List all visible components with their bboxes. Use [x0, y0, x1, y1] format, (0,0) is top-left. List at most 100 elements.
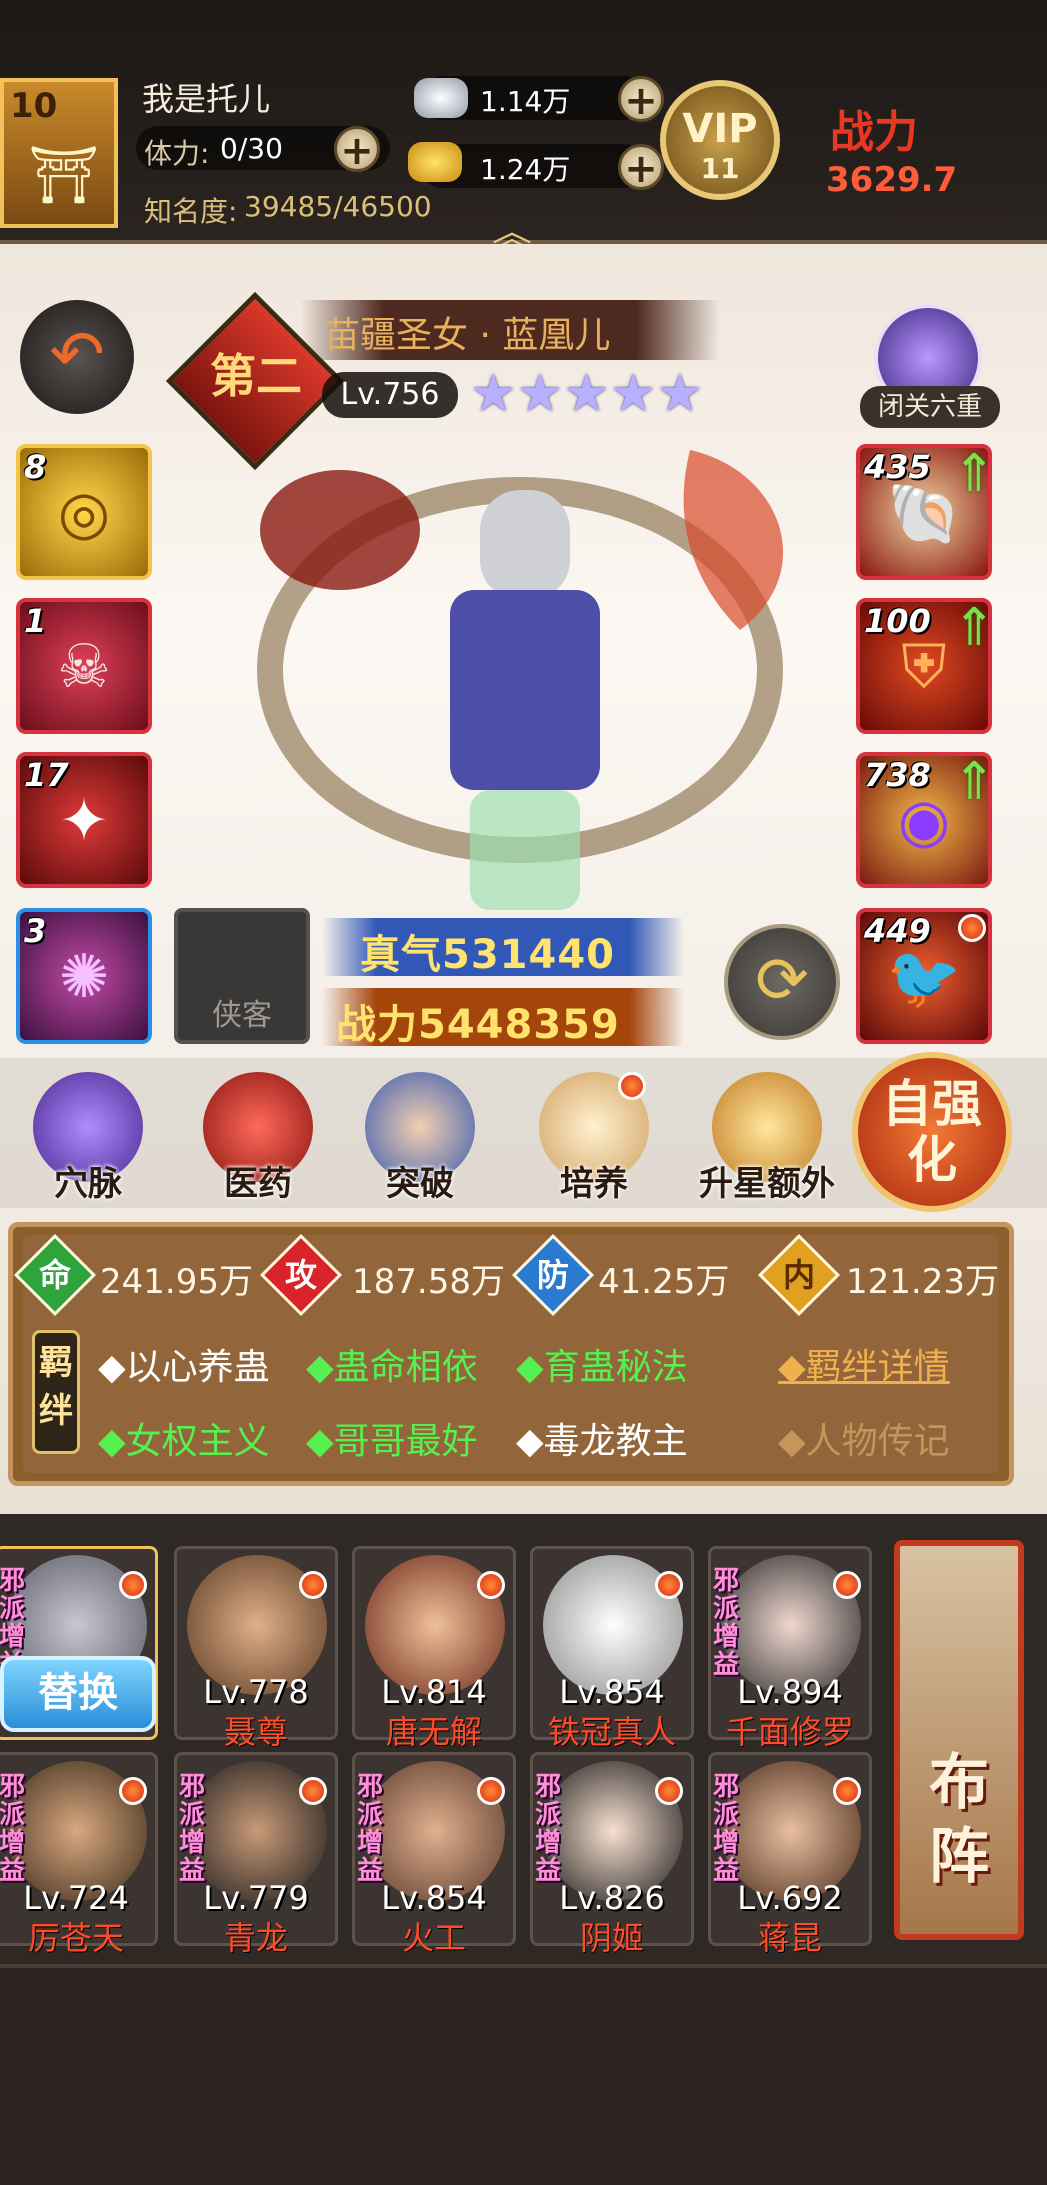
fame-value: 39485/46500	[244, 190, 432, 223]
hero-name: 千面修罗	[725, 1713, 854, 1751]
star-upgrade-label: 升星额外	[699, 1164, 835, 1204]
bond-item[interactable]: ◆哥哥最好	[306, 1412, 478, 1464]
equip-slot-left-2[interactable]: 1 ☠	[16, 598, 152, 734]
replace-button[interactable]: 替换	[0, 1656, 156, 1732]
add-gold-button[interactable]: +	[618, 144, 664, 191]
battle-power-label: 战力	[830, 107, 918, 158]
medicine-button[interactable]: 医药	[198, 1072, 318, 1205]
hero-level: Lv.894	[737, 1673, 843, 1711]
hero-card[interactable]: 邪派增益 Lv.724 厉苍天	[0, 1752, 158, 1957]
centipede-claw-shape	[260, 470, 420, 590]
training-label: 培养	[560, 1164, 628, 1204]
medicine-label: 医药	[224, 1164, 292, 1204]
bond-item[interactable]: ◆育蛊秘法	[516, 1338, 688, 1390]
hero-card[interactable]: 邪派增益 Lv.894 千面修罗	[708, 1546, 872, 1751]
hero-name: 厉苍天	[27, 1919, 124, 1957]
hero-name: 蒋昆	[757, 1919, 822, 1957]
hero-head-shape	[480, 490, 570, 600]
hero-level: Lv.724	[23, 1879, 129, 1917]
octagon-seal-icon: ✺	[58, 942, 110, 1012]
hero-title: 苗疆圣女 · 蓝凰儿	[324, 315, 611, 356]
player-level: 10	[10, 86, 58, 126]
equip-slot-left-1[interactable]: 8 ◎	[16, 444, 152, 580]
hp-value: 241.95万	[100, 1262, 253, 1302]
equip-slot-right-3[interactable]: 738 ◉ ⇑	[856, 752, 996, 888]
hero-level: Lv.854	[381, 1879, 487, 1917]
hero-character-art	[257, 450, 784, 910]
upgrade-arrow-icon: ⇑	[952, 598, 996, 658]
add-silver-button[interactable]: +	[618, 76, 664, 123]
hero-level: Lv.826	[559, 1879, 665, 1917]
equip-slot-right-4[interactable]: 449 🐦	[856, 908, 992, 1044]
stamina-label: 体力:	[144, 137, 210, 170]
inner-value: 121.23万	[846, 1262, 999, 1302]
formation-button[interactable]: 布阵	[894, 1540, 1024, 1940]
attack-icon-label: 攻	[284, 1256, 317, 1294]
hero-battle-power: 战力5448359	[336, 1002, 620, 1048]
bond-item[interactable]: ◆以心养蛊	[98, 1338, 270, 1390]
hero-card[interactable]: 邪派增益 Lv.692 蒋昆	[708, 1752, 872, 1957]
swirl-icon: ◎	[57, 478, 111, 548]
inner-icon-label: 内	[782, 1256, 815, 1294]
add-stamina-button[interactable]: +	[334, 126, 380, 173]
phoenix-shape	[683, 450, 784, 630]
hero-card[interactable]: 邪派增益 Lv.826 阴姬	[530, 1752, 694, 1957]
gold-ingot-icon	[408, 142, 462, 182]
star-upgrade-button[interactable]: 升星额外	[692, 1072, 842, 1205]
hero-card[interactable]: Lv.854 铁冠真人	[530, 1546, 694, 1751]
hero-card[interactable]: 邪派增益 Lv.779 青龙	[174, 1752, 338, 1957]
formation-label: 布阵	[924, 1746, 994, 1894]
acupoint-button[interactable]: 穴脉	[28, 1072, 148, 1205]
refresh-swap-button[interactable]: ⟳	[724, 924, 840, 1040]
acupoint-label: 穴脉	[54, 1164, 122, 1204]
evil-buff-tag: 邪派增益	[535, 1772, 562, 1886]
biography-link[interactable]: ◆人物传记	[778, 1412, 950, 1464]
defense-value: 41.25万	[598, 1262, 730, 1302]
back-button[interactable]: ↶	[20, 300, 134, 414]
hero-level: Lv.814	[381, 1673, 487, 1711]
breakthrough-label: 突破	[386, 1164, 454, 1204]
evil-buff-tag: 邪派增益	[179, 1772, 206, 1886]
zhenqi-value: 真气531440	[360, 932, 615, 978]
evil-buff-tag: 邪派增益	[713, 1566, 740, 1680]
notification-dot	[833, 1571, 861, 1599]
hero-robe-shape	[450, 590, 600, 790]
hero-name: 青龙	[223, 1919, 288, 1957]
upgrade-arrow-icon: ⇑	[952, 444, 996, 504]
gold-amount: 1.24万	[480, 153, 571, 186]
notification-dot	[119, 1571, 147, 1599]
notification-dot	[119, 1777, 147, 1805]
silver-amount: 1.14万	[480, 85, 571, 118]
top-status-bar: 10 ⛩ 我是托儿 体力: 0/30 + 知名度: 39485/46500 1.…	[0, 0, 1047, 256]
hero-level: Lv.779	[203, 1879, 309, 1917]
notification-dot	[958, 914, 986, 942]
notification-dot	[299, 1571, 327, 1599]
auto-strengthen-label: 自强化	[882, 1075, 982, 1189]
hero-level: Lv.854	[559, 1673, 665, 1711]
auto-strengthen-button[interactable]: 自强化	[852, 1052, 1012, 1212]
equip-slot-right-2[interactable]: 100 ⛨ ⇑	[856, 598, 996, 734]
rank-text: 第二	[210, 349, 302, 403]
player-level-badge[interactable]: 10 ⛩	[0, 78, 118, 228]
breakthrough-button[interactable]: 突破	[360, 1072, 480, 1205]
equip-slot-left-3[interactable]: 17 ✦	[16, 752, 152, 888]
bond-item[interactable]: ◆蛊命相依	[306, 1338, 478, 1390]
bond-item[interactable]: ◆女权主义	[98, 1412, 270, 1464]
hero-level: Lv.778	[203, 1673, 309, 1711]
hero-card[interactable]: Lv.814 唐无解	[352, 1546, 516, 1751]
vip-label: VIP	[682, 106, 758, 152]
bond-item[interactable]: ◆毒龙教主	[516, 1412, 688, 1464]
notification-dot	[618, 1072, 646, 1100]
notification-dot	[655, 1777, 683, 1805]
vip-badge[interactable]: VIP 11	[660, 80, 780, 200]
hero-card[interactable]: Lv.778 聂尊	[174, 1546, 338, 1751]
equip-slot-right-1[interactable]: 435 🐚 ⇑	[856, 444, 996, 580]
companion-slot[interactable]: 侠客	[174, 908, 310, 1044]
evil-buff-tag: 邪派增益	[357, 1772, 384, 1886]
hero-card[interactable]: 邪派增益 Lv.854 火工	[352, 1752, 516, 1957]
formation-text: 布阵	[929, 1748, 989, 1892]
bond-details-link[interactable]: ◆羁绊详情	[778, 1338, 950, 1390]
equip-slot-left-4[interactable]: 3 ✺	[16, 908, 152, 1044]
hero-level: Lv.692	[737, 1879, 843, 1917]
training-button[interactable]: 培养	[534, 1072, 654, 1205]
